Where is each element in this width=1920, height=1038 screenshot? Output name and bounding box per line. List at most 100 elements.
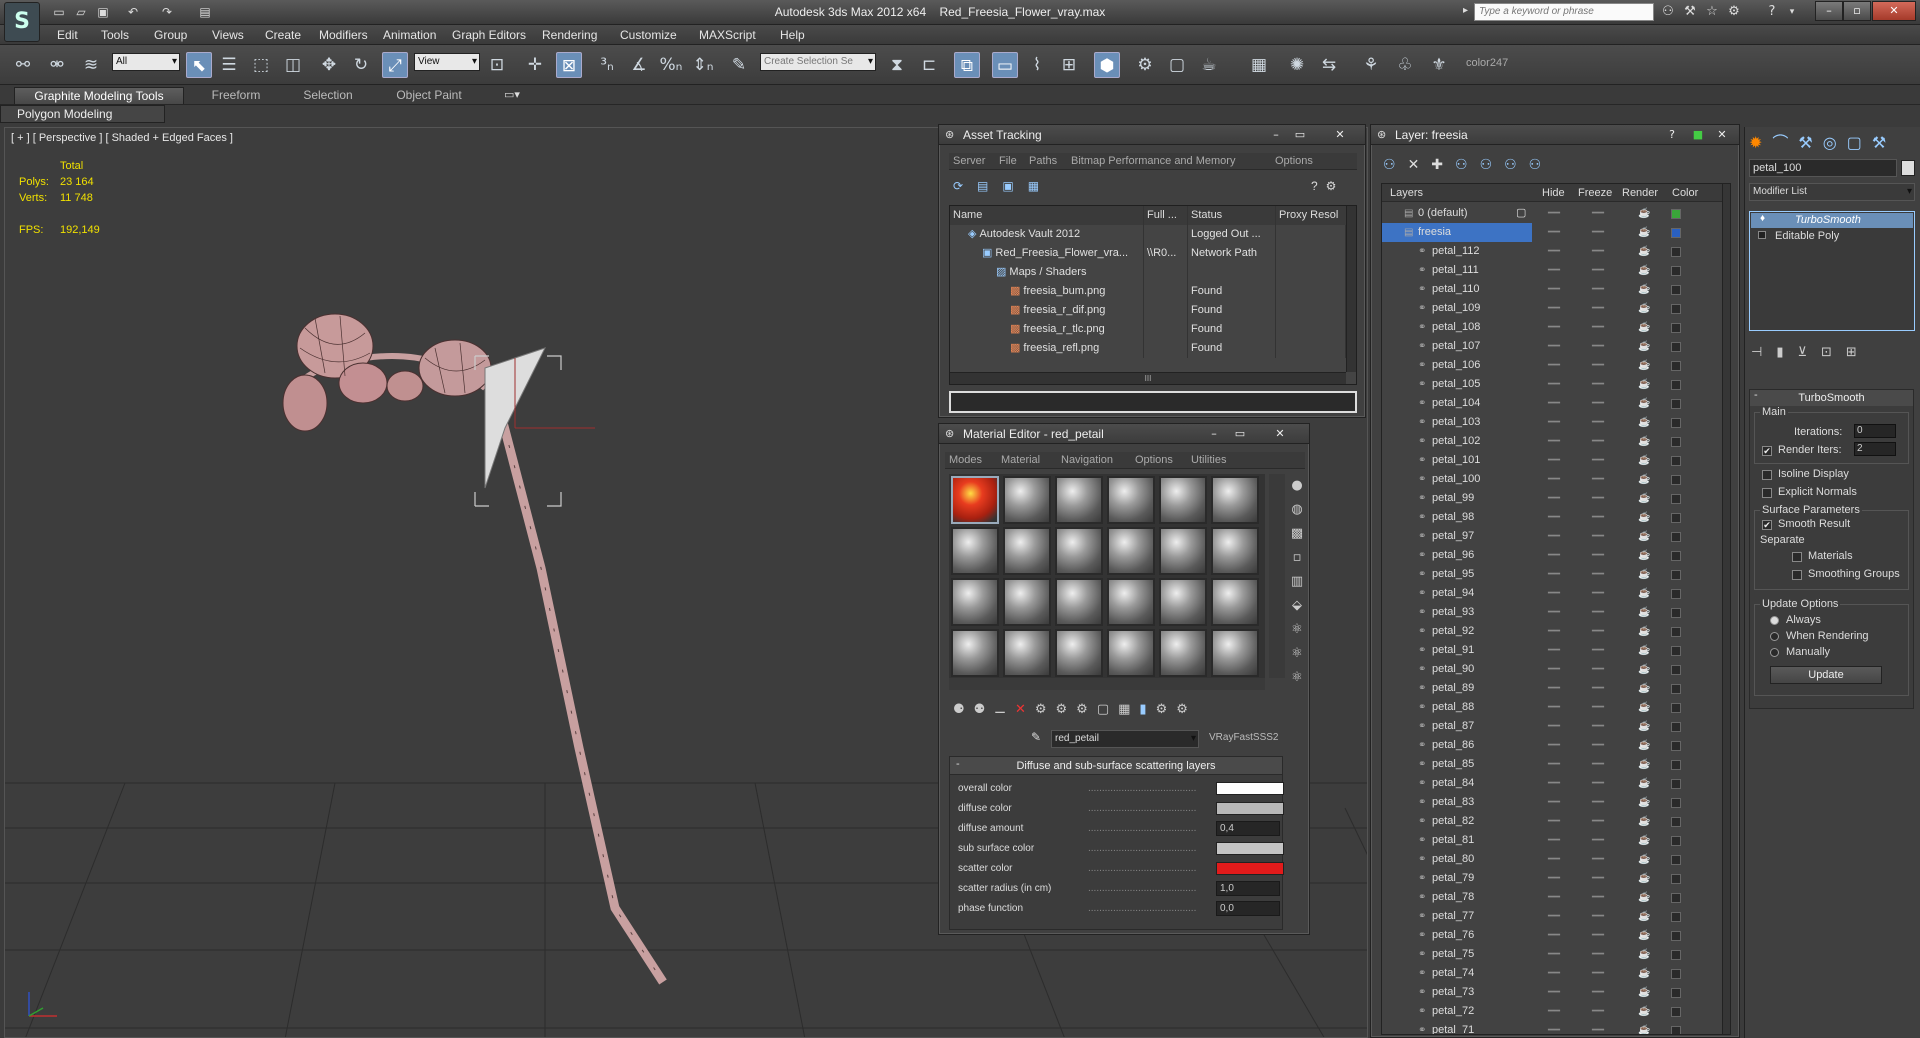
layer-color-swatch[interactable]	[1671, 703, 1681, 713]
material-slot[interactable]	[1211, 476, 1259, 524]
layer-color-swatch[interactable]	[1671, 722, 1681, 732]
freeze-toggle[interactable]: ━━	[1592, 888, 1604, 907]
freeze-toggle[interactable]: ━━	[1592, 812, 1604, 831]
hide-toggle[interactable]: ━━	[1548, 945, 1560, 964]
layer-color-swatch[interactable]	[1671, 1026, 1681, 1034]
asset-help-icon[interactable]: ?⚙	[1311, 179, 1344, 193]
layer-color-swatch[interactable]	[1671, 855, 1681, 865]
layer-row[interactable]: ⚭ petal_94 ━━ ━━ ☕	[1382, 584, 1707, 603]
layer-row[interactable]: ⚭ petal_107 ━━ ━━ ☕	[1382, 337, 1707, 356]
hide-toggle[interactable]: ━━	[1548, 242, 1560, 261]
freeze-toggle[interactable]: ━━	[1592, 964, 1604, 983]
hair-icon[interactable]: ⚘	[1358, 52, 1384, 78]
render-teapot-icon[interactable]: ☕	[1638, 850, 1650, 869]
layer-row[interactable]: ⚭ petal_75 ━━ ━━ ☕	[1382, 945, 1707, 964]
render-teapot-icon[interactable]: ☕	[1638, 261, 1650, 280]
material-editor-icon[interactable]: ⬢	[1094, 52, 1120, 78]
menu-modifiers[interactable]: Modifiers	[319, 27, 368, 43]
layer-color-swatch[interactable]	[1671, 988, 1681, 998]
layer-color-swatch[interactable]	[1671, 874, 1681, 884]
layer-color-swatch[interactable]	[1671, 931, 1681, 941]
render-teapot-icon[interactable]: ☕	[1638, 223, 1650, 242]
render-teapot-icon[interactable]: ☕	[1638, 375, 1650, 394]
render-teapot-icon[interactable]: ☕	[1638, 698, 1650, 717]
layer-row[interactable]: ⚭ petal_99 ━━ ━━ ☕	[1382, 489, 1707, 508]
material-side-toolbar[interactable]: ● ◍ ▩ ▫ ▥ ⬙ ⚛ ⚛ ⚛	[1287, 474, 1307, 685]
asset-col-status[interactable]: Status	[1188, 206, 1276, 225]
schematic-view-icon[interactable]: ⊞	[1056, 52, 1082, 78]
layer-color-swatch[interactable]	[1671, 779, 1681, 789]
hide-toggle[interactable]: ━━	[1548, 299, 1560, 318]
layer-row[interactable]: ⚭ petal_104 ━━ ━━ ☕	[1382, 394, 1707, 413]
asset-maximize-button[interactable]: ▭	[1289, 127, 1311, 142]
material-slot[interactable]	[1159, 578, 1207, 626]
select-by-name-icon[interactable]: ☰	[216, 52, 242, 78]
hide-toggle[interactable]: ━━	[1548, 546, 1560, 565]
layer-row[interactable]: ⚭ petal_89 ━━ ━━ ☕	[1382, 679, 1707, 698]
ribbon-options-icon[interactable]: ▭▾	[504, 88, 520, 101]
stack-item-editable-poly[interactable]: Editable Poly	[1751, 229, 1913, 244]
scatter-icon[interactable]: ⚜	[1426, 52, 1452, 78]
freeze-toggle[interactable]: ━━	[1592, 983, 1604, 1002]
curve-editor-icon[interactable]: ⌇	[1024, 52, 1050, 78]
render-teapot-icon[interactable]: ☕	[1638, 793, 1650, 812]
hide-toggle[interactable]: ━━	[1548, 565, 1560, 584]
render-setup-icon[interactable]: ⚙	[1132, 52, 1158, 78]
material-slot[interactable]	[1107, 476, 1155, 524]
layer-color-swatch[interactable]	[1671, 247, 1681, 257]
freeze-toggle[interactable]: ━━	[1592, 850, 1604, 869]
hide-toggle[interactable]: ━━	[1548, 261, 1560, 280]
freeze-toggle[interactable]: ━━	[1592, 679, 1604, 698]
layer-row[interactable]: ⚭ petal_96 ━━ ━━ ☕	[1382, 546, 1707, 565]
hide-toggle[interactable]: ━━	[1548, 812, 1560, 831]
hide-toggle[interactable]: ━━	[1548, 527, 1560, 546]
menu-tools[interactable]: Tools	[101, 27, 129, 43]
asset-col-full[interactable]: Full ...	[1144, 206, 1188, 225]
render-teapot-icon[interactable]: ☕	[1638, 470, 1650, 489]
open-file-icon[interactable]: ▱	[72, 4, 90, 20]
render-teapot-icon[interactable]: ☕	[1638, 641, 1650, 660]
layer-row[interactable]: ⚭ petal_106 ━━ ━━ ☕	[1382, 356, 1707, 375]
render-teapot-icon[interactable]: ☕	[1638, 926, 1650, 945]
asset-vertical-scrollbar[interactable]	[1346, 206, 1356, 372]
menu-animation[interactable]: Animation	[383, 27, 436, 43]
render-teapot-icon[interactable]: ☕	[1638, 1021, 1650, 1034]
hide-toggle[interactable]: ━━	[1548, 470, 1560, 489]
asset-path-field[interactable]	[949, 391, 1357, 413]
render-teapot-icon[interactable]: ☕	[1638, 869, 1650, 888]
render-teapot-icon[interactable]: ☕	[1638, 394, 1650, 413]
select-manipulate-icon[interactable]: ✛	[522, 52, 548, 78]
layer-color-swatch[interactable]	[1671, 266, 1681, 276]
layer-color-swatch[interactable]	[1671, 418, 1681, 428]
layer-color-swatch[interactable]	[1671, 494, 1681, 504]
hide-toggle[interactable]: ━━	[1548, 907, 1560, 926]
close-button[interactable]: ✕	[1872, 1, 1916, 21]
hide-toggle[interactable]: ━━	[1548, 280, 1560, 299]
color-swatch[interactable]	[1216, 842, 1284, 855]
layer-row[interactable]: ⚭ petal_79 ━━ ━━ ☕	[1382, 869, 1707, 888]
material-menu-utilities[interactable]: Utilities	[1191, 453, 1226, 468]
freeze-toggle[interactable]: ━━	[1592, 337, 1604, 356]
freeze-toggle[interactable]: ━━	[1592, 698, 1604, 717]
asset-menu-paths[interactable]: Paths	[1029, 154, 1057, 169]
move-icon[interactable]: ✥	[316, 52, 342, 78]
asset-row[interactable]: ▩ freesia_bum.png Found	[950, 282, 1356, 301]
render-teapot-icon[interactable]: ☕	[1638, 451, 1650, 470]
mirror-icon[interactable]: ⧗	[884, 52, 910, 78]
stack-toolbar[interactable]: ⊣▮⊻⊡⊞	[1751, 345, 1920, 360]
material-close-button[interactable]: ✕	[1269, 426, 1291, 441]
freeze-toggle[interactable]: ━━	[1592, 774, 1604, 793]
layer-color-swatch[interactable]	[1671, 798, 1681, 808]
layer-color-swatch[interactable]	[1671, 760, 1681, 770]
layer-color-swatch[interactable]	[1671, 361, 1681, 371]
material-slot[interactable]	[951, 578, 999, 626]
align-icon[interactable]: ⊏	[916, 52, 942, 78]
render-teapot-icon[interactable]: ☕	[1638, 774, 1650, 793]
layer-row[interactable]: ⚭ petal_90 ━━ ━━ ☕	[1382, 660, 1707, 679]
iterations-spinner[interactable]: 0	[1854, 424, 1896, 438]
hide-toggle[interactable]: ━━	[1548, 1021, 1560, 1034]
layer-row[interactable]: ⚭ petal_100 ━━ ━━ ☕	[1382, 470, 1707, 489]
tab-freeform[interactable]: Freeform	[198, 87, 274, 104]
layer-col-freeze[interactable]: Freeze	[1578, 184, 1612, 202]
layer-color-swatch[interactable]	[1671, 912, 1681, 922]
